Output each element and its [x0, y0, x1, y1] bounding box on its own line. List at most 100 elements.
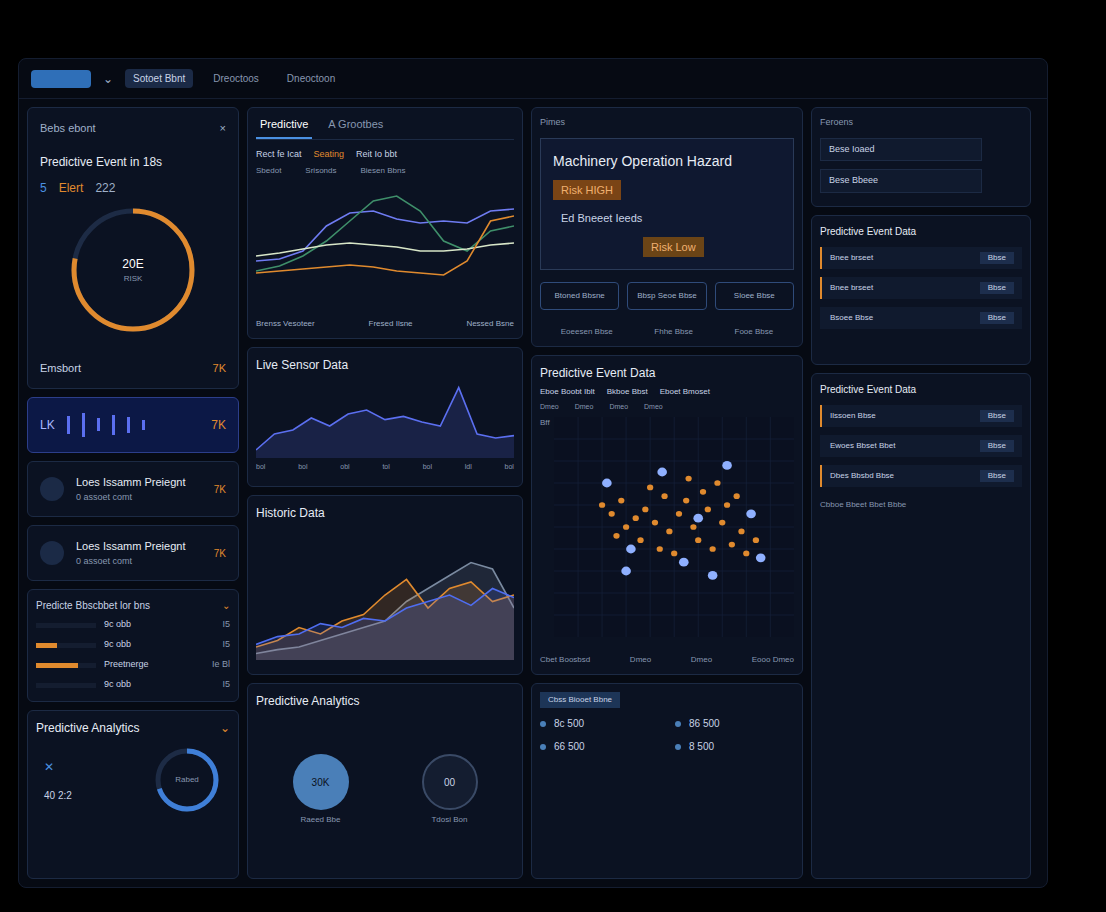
- hazard-title: Machinery Operation Hazard: [553, 151, 781, 172]
- hazard-card: PimesMachinery Operation HazardRisk HIGH…: [531, 107, 803, 347]
- hazard-button[interactable]: Btoned Bbsne: [540, 282, 619, 310]
- dial: 30KRaeed Bbe: [293, 754, 349, 826]
- card-title: Predictive Analytics: [256, 692, 514, 710]
- stat-item: 86 500: [675, 716, 794, 731]
- card-title: Predicte Bbscbbet lor bns: [36, 598, 150, 613]
- axis-tick: tol: [382, 462, 389, 473]
- table-row[interactable]: Ilssoen Bbse Bbse: [820, 405, 1022, 427]
- map-filter: Eboe Boobt Iblt: [540, 386, 595, 398]
- chevron: ⌄: [220, 719, 230, 737]
- risk-row: Risk HIGH: [553, 180, 621, 201]
- list-row: 9c obbI5: [36, 677, 230, 693]
- table-row[interactable]: Bsoee BbseBbse: [820, 307, 1022, 329]
- alert-icon: [40, 477, 64, 501]
- top-tab[interactable]: Dreoctoos: [205, 69, 267, 88]
- predictive-chart-card: PredictiveA GrootbesRect fe IcatSeatingR…: [247, 107, 523, 339]
- dial-caption: Tdosi Bon: [431, 814, 467, 826]
- historic-chart: [256, 530, 514, 660]
- hazard-footer: Fooe Bbse: [735, 326, 774, 338]
- alert-title: Loes Issamm Preiegnt: [76, 538, 202, 555]
- table-row[interactable]: Ewoes Bbset BbetBbse: [820, 435, 1022, 457]
- card-title: Live Sensor Data: [256, 356, 514, 374]
- chart-tab[interactable]: A Grootbes: [324, 116, 387, 139]
- hazard-button[interactable]: Sloee Bbse: [715, 282, 794, 310]
- card-title: Feroens: [820, 116, 1022, 130]
- row-value: Ie Bl: [212, 658, 230, 672]
- stat-item: 66 500: [540, 739, 659, 754]
- filter-item[interactable]: Bese Ioaed: [820, 138, 982, 162]
- axis-tick: obl: [340, 462, 349, 473]
- row-value: I5: [222, 618, 230, 632]
- row-value: Bbse: [980, 282, 1014, 294]
- axis-tick: bol: [505, 462, 514, 473]
- top-bar: ⌄ Sotoet Bbnt Dreoctoos Dneoctoon: [19, 59, 1047, 99]
- legend-item: Rect fe Icat: [256, 148, 302, 162]
- table-row[interactable]: Bnee brseetBbse: [820, 277, 1022, 299]
- filter-item[interactable]: Bese Bbeee: [820, 169, 982, 193]
- row-value: Bbse: [980, 470, 1014, 482]
- column: PimesMachinery Operation HazardRisk HIGH…: [531, 107, 803, 879]
- top-tab[interactable]: Dneoctoon: [279, 69, 343, 88]
- stat-value: 8c 500: [554, 716, 584, 731]
- map-chip: Dmeo: [540, 402, 559, 413]
- analytics-card: Predictive Analytics 30KRaeed Bbe 00Tdosi …: [247, 683, 523, 879]
- map-filter: Eboet Bmoset: [660, 386, 710, 398]
- hazard-footer: Eoeesen Bbse: [561, 326, 613, 338]
- wave-bar: [67, 416, 70, 434]
- dashboard: ⌄Sotoet BbntDreoctoosDneoctoonBebs ebont…: [18, 58, 1048, 888]
- hazard-button[interactable]: Bbsp Seoe Bbse: [627, 282, 706, 310]
- analytics-card: Predictive Analytics⌄✕40 2:2Rabed: [27, 710, 239, 879]
- stat-value: 86 500: [689, 716, 720, 731]
- row-label: Ilssoen Bbse: [830, 410, 876, 422]
- event-table: Predictive Event DataIlssoen BbseBbseEwo…: [811, 373, 1031, 879]
- row-value: Bbse: [980, 312, 1014, 324]
- map-footer: Cbet Boosbsd: [540, 654, 590, 666]
- predictive-line-chart: [256, 181, 514, 281]
- knob-label: Rabed: [152, 745, 222, 815]
- top-tab[interactable]: Sotoet Bbnt: [125, 69, 193, 88]
- axis-tick: bol: [423, 462, 432, 473]
- wave-bar: [82, 413, 85, 436]
- alert-row: Loes Issamm Preiegnt0 assoet comt7K: [27, 525, 239, 581]
- column: PredictiveA GrootbesRect fe IcatSeatingR…: [247, 107, 523, 879]
- wave-bar: [142, 420, 145, 430]
- axis-tick: ldl: [465, 462, 472, 473]
- alert-badge: 7K: [214, 546, 226, 561]
- table-row[interactable]: Bnee brseet Bbse: [820, 247, 1022, 269]
- stat-item: 8c 500: [540, 716, 659, 731]
- wave-strip: LK7K: [27, 397, 239, 453]
- menu-box[interactable]: [31, 70, 91, 88]
- row-value: I5: [222, 638, 230, 652]
- dial-caption: Raeed Bbe: [300, 814, 340, 826]
- gauge-value: 20E: [122, 255, 143, 273]
- event-heading: Predictive Event in 18s: [40, 153, 226, 171]
- stat: Elert: [59, 179, 84, 197]
- chevron: ⌄: [222, 598, 230, 613]
- chart-footer: Nessed Bsne: [466, 318, 514, 330]
- stat: 5: [40, 179, 47, 197]
- row-value: Bbse: [980, 252, 1014, 264]
- alert-sub: 0 assoet comt: [76, 491, 202, 505]
- chart-tab[interactable]: Predictive: [256, 116, 312, 139]
- wave-bar: [97, 418, 100, 431]
- row-label: Bnee brseet: [830, 252, 873, 264]
- gauge-unit: RISK: [124, 273, 143, 285]
- stat: 222: [95, 179, 115, 197]
- wave-bar: [112, 415, 115, 436]
- dial: 00Tdosi Bon: [422, 754, 478, 826]
- map-axis: Bff: [540, 417, 550, 429]
- alert-title: Loes Issamm Preiegnt: [76, 474, 202, 491]
- card-title: Predictive Analytics: [36, 719, 139, 737]
- close-button: ×: [220, 120, 226, 137]
- map-footer: Dmeo: [691, 654, 712, 666]
- row-label: Dbes Bbsbd Bbse: [830, 470, 894, 482]
- list-card: Predicte Bbscbbet lor bns ⌄ 9c obbI5 9c obb…: [27, 589, 239, 702]
- list-row: 9c obbI5: [36, 637, 230, 653]
- chevron: ⌄: [103, 70, 113, 88]
- event-map: [554, 417, 794, 637]
- table-footer: Cbboe Bbeet Bbet Bbbe: [820, 499, 1022, 511]
- chart-footer: Fresed Ilsne: [369, 318, 413, 330]
- row-value: Bbse: [980, 410, 1014, 422]
- table-row[interactable]: Dbes Bbsbd Bbse Bbse: [820, 465, 1022, 487]
- row-label: Preetnerge: [104, 658, 204, 672]
